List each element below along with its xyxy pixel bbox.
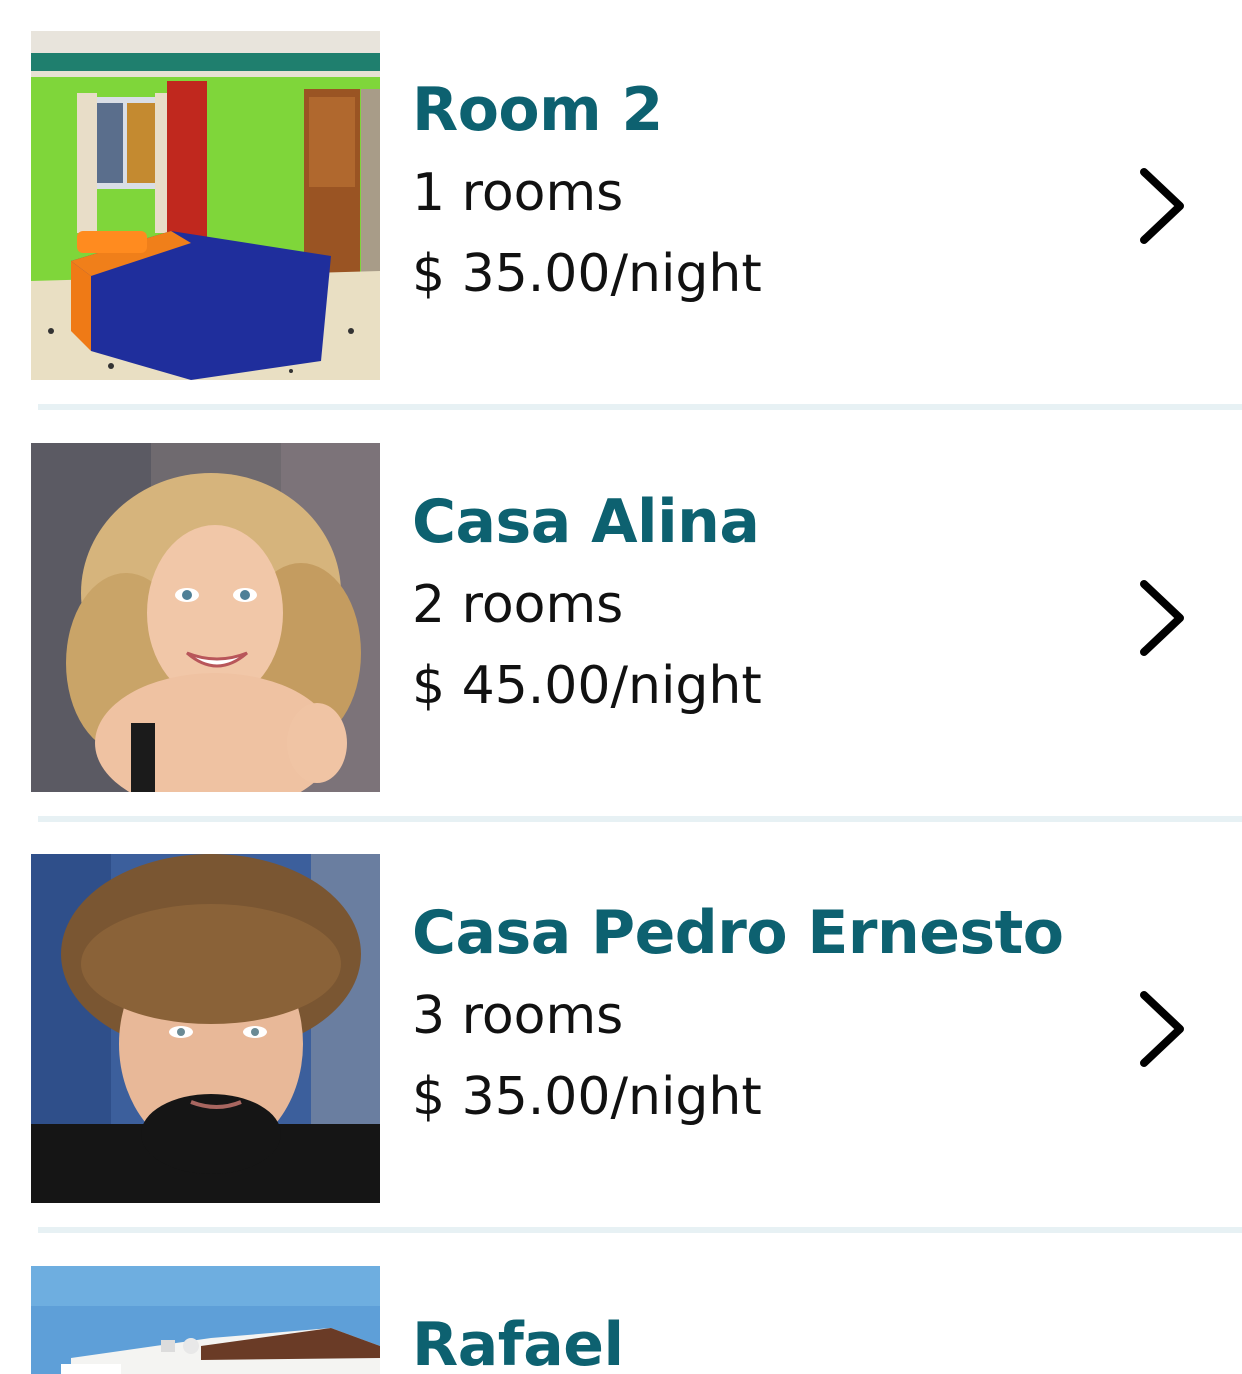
listing-name: Rafael	[412, 1310, 624, 1374]
listing-row-casa-pedro-ernesto[interactable]: Casa Pedro Ernesto 3 rooms $ 35.00/night	[0, 823, 1242, 1235]
listing-price: $ 35.00/night	[412, 244, 762, 304]
divider	[38, 404, 1242, 410]
listing-room-count: 2 rooms	[412, 575, 624, 635]
chevron-right-icon[interactable]	[1138, 578, 1188, 658]
divider	[38, 816, 1242, 822]
listing-list: Room 2 1 rooms $ 35.00/night Casa Alina …	[0, 0, 1242, 1374]
listing-thumbnail	[31, 443, 380, 792]
listing-row-casa-alina[interactable]: Casa Alina 2 rooms $ 45.00/night	[0, 412, 1242, 824]
listing-row-rafael[interactable]: Rafael	[0, 1235, 1242, 1374]
listing-room-count: 1 rooms	[412, 163, 624, 223]
house-exterior-photo	[31, 1266, 380, 1374]
chevron-right-icon[interactable]	[1138, 989, 1188, 1069]
listing-room-count: 3 rooms	[412, 986, 624, 1046]
listing-price: $ 45.00/night	[412, 656, 762, 716]
woman-portrait-photo	[31, 443, 380, 792]
listing-row-room-2[interactable]: Room 2 1 rooms $ 35.00/night	[0, 0, 1242, 412]
chevron-right-icon[interactable]	[1138, 166, 1188, 246]
listing-name: Casa Alina	[412, 487, 760, 557]
bedroom-photo	[31, 31, 380, 380]
listing-thumbnail	[31, 31, 380, 380]
listing-thumbnail	[31, 854, 380, 1203]
divider	[38, 1227, 1242, 1233]
listing-name: Room 2	[412, 75, 663, 145]
man-portrait-photo	[31, 854, 380, 1203]
listing-name: Casa Pedro Ernesto	[412, 898, 1064, 968]
listing-price: $ 35.00/night	[412, 1067, 762, 1127]
listing-thumbnail	[31, 1266, 380, 1374]
